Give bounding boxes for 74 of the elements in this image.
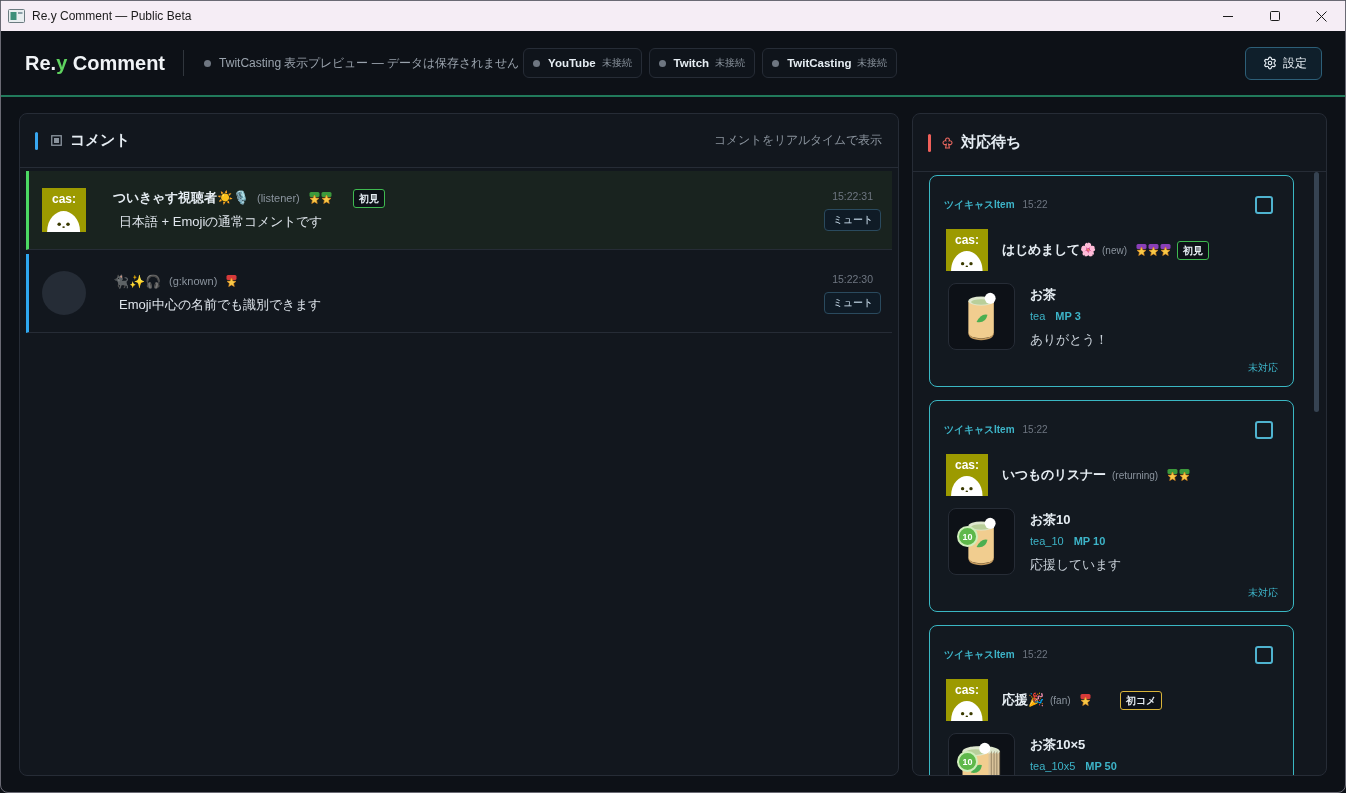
- user-name: 🐈‍⬛✨🎧: [113, 273, 161, 289]
- avatar-text: cas:: [52, 193, 76, 205]
- platform-name: TwitCasting: [787, 57, 852, 69]
- app-icon: [8, 9, 25, 23]
- item-source: ツイキャスItem: [944, 647, 1015, 662]
- mascot-icon: [950, 475, 984, 496]
- user-name: 応援🎉: [1002, 691, 1044, 709]
- connection-status: 未接続: [715, 56, 746, 70]
- viewer-label: 初見: [352, 188, 385, 208]
- club-icon: [942, 136, 953, 149]
- done-checkbox[interactable]: [1255, 420, 1273, 439]
- scrollbar-thumb[interactable]: [1314, 172, 1319, 412]
- platform-name: Twitch: [673, 57, 710, 69]
- mute-button[interactable]: ミュート: [824, 292, 881, 314]
- item-status: 未対応: [1248, 585, 1278, 600]
- comment-text: 日本語 + Emojiの通常コメントです: [118, 213, 323, 231]
- avatar-text: cas:: [955, 234, 979, 246]
- item-time: 15:22: [1022, 424, 1048, 435]
- item-status: 未対応: [1248, 360, 1278, 375]
- panel-title: コメント: [70, 131, 130, 150]
- done-checkbox[interactable]: [1255, 645, 1273, 664]
- item-points: MP 10: [1073, 534, 1106, 549]
- window-title: Re.y Comment — Public Beta: [32, 9, 192, 23]
- app-logo: Re.y Comment: [25, 51, 166, 75]
- item-name: お茶10×5: [1030, 736, 1086, 754]
- mascot-icon: [950, 250, 984, 271]
- item-code: tea_10: [1030, 534, 1064, 549]
- item-message: ありがとう！: [1030, 331, 1108, 349]
- accent-bar: [35, 131, 38, 150]
- viewer-label: 初コメ: [1119, 690, 1162, 710]
- close-icon: [1316, 10, 1327, 22]
- user-name: いつものリスナー: [1002, 466, 1106, 484]
- item-time: 15:22: [1022, 649, 1048, 660]
- user-name: はじめまして🌸: [1002, 241, 1096, 259]
- user-name: ついきゃす視聴者☀🎙: [113, 189, 249, 207]
- item-code: tea: [1030, 309, 1046, 324]
- settings-icon: [1263, 56, 1277, 70]
- item-code: tea_10x5: [1030, 759, 1076, 774]
- item-source: ツイキャスItem: [944, 197, 1015, 212]
- comment-text: Emoji中心の名前でも識別できます: [118, 296, 321, 314]
- user-tag: (fan): [1050, 694, 1071, 706]
- comment-time: 15:22:30: [832, 272, 873, 286]
- mute-button[interactable]: ミュート: [824, 209, 881, 231]
- item-name: お茶10: [1030, 511, 1071, 529]
- settings-button[interactable]: 設定: [1245, 46, 1322, 80]
- mascot-icon: [46, 210, 82, 232]
- maximize-icon: [1269, 11, 1280, 21]
- user-tag: (returning): [1112, 469, 1159, 481]
- connection-status: 未接続: [857, 56, 888, 70]
- avatar-text: cas:: [955, 459, 979, 471]
- item-source: ツイキャスItem: [944, 422, 1015, 437]
- status-dot: [204, 59, 212, 67]
- item-points: MP 3: [1055, 309, 1081, 324]
- preview-notice: TwitCasting 表示プレビュー — データは保存されません: [219, 54, 520, 72]
- panel-title: 対応待ち: [961, 133, 1021, 152]
- viewer-label: 初見: [1177, 240, 1209, 260]
- connection-status: 未接続: [601, 56, 632, 70]
- user-tag: (new): [1102, 244, 1127, 256]
- item-time: 15:22: [1022, 199, 1048, 210]
- avatar-placeholder: [42, 271, 86, 315]
- done-checkbox[interactable]: [1255, 195, 1273, 214]
- item-name: お茶: [1030, 286, 1056, 304]
- item-message: 応援しています: [1030, 556, 1121, 574]
- square-icon: [51, 135, 62, 146]
- accent-bar: [928, 133, 931, 152]
- user-tag: (listener): [257, 192, 300, 204]
- mascot-icon: [950, 700, 984, 721]
- platform-name: YouTube: [548, 57, 596, 69]
- item-points: MP 50: [1085, 759, 1117, 774]
- avatar-text: cas:: [955, 684, 979, 696]
- comment-time: 15:22:31: [832, 189, 873, 203]
- panel-subtitle: コメントをリアルタイムで表示: [714, 132, 882, 149]
- user-tag: (g:known): [169, 275, 218, 287]
- minimize-icon: [1222, 15, 1233, 17]
